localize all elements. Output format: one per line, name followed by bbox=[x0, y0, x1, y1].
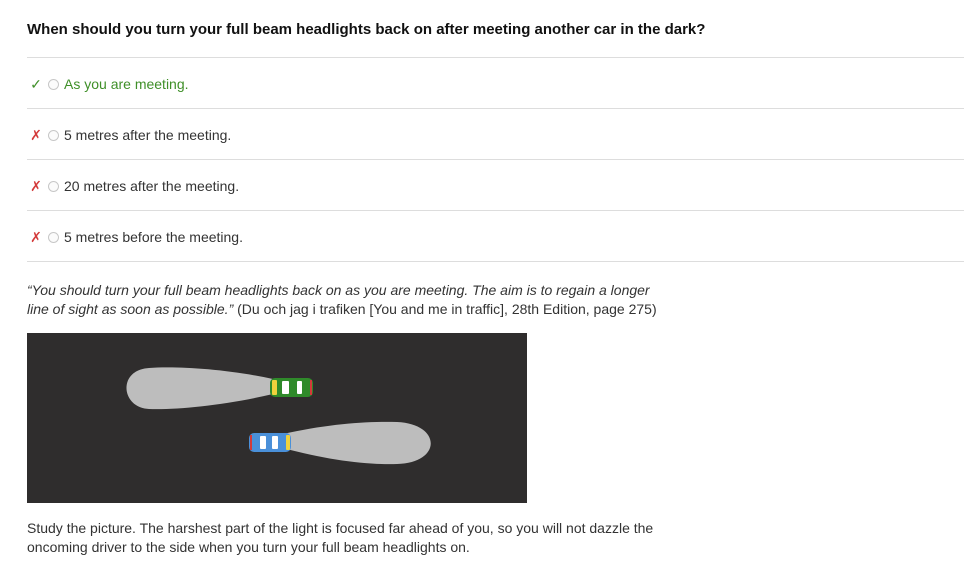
radio-button[interactable] bbox=[48, 180, 59, 192]
headlight-diagram bbox=[27, 333, 527, 503]
headlight-illustration bbox=[27, 333, 527, 503]
green-car-icon bbox=[270, 378, 313, 397]
radio-button[interactable] bbox=[48, 78, 59, 90]
cross-icon: ✗ bbox=[30, 126, 42, 143]
explanation-quote: “You should turn your full beam headligh… bbox=[27, 281, 667, 319]
answer-label: As you are meeting. bbox=[64, 76, 189, 92]
road-background bbox=[27, 333, 527, 503]
blue-car-icon bbox=[249, 433, 291, 452]
answer-label: 5 metres after the meeting. bbox=[64, 127, 232, 143]
radio-button[interactable] bbox=[48, 129, 59, 141]
quote-source: (Du och jag i trafiken [You and me in tr… bbox=[233, 301, 657, 317]
cross-icon: ✗ bbox=[30, 228, 42, 245]
question-title: When should you turn your full beam head… bbox=[27, 21, 706, 38]
answer-option[interactable]: ✓ As you are meeting. bbox=[27, 57, 964, 108]
explanation-text: Study the picture. The harshest part of … bbox=[27, 520, 654, 555]
answer-option[interactable]: ✗ 20 metres after the meeting. bbox=[27, 159, 964, 210]
answer-label: 20 metres after the meeting. bbox=[64, 178, 240, 194]
answer-label: 5 metres before the meeting. bbox=[64, 229, 243, 245]
cross-icon: ✗ bbox=[30, 177, 42, 194]
radio-button[interactable] bbox=[48, 231, 59, 243]
answer-options: ✓ As you are meeting. ✗ 5 metres after t… bbox=[27, 57, 964, 262]
answer-option[interactable]: ✗ 5 metres before the meeting. bbox=[27, 210, 964, 262]
answer-option[interactable]: ✗ 5 metres after the meeting. bbox=[27, 108, 964, 159]
checkmark-icon: ✓ bbox=[30, 75, 42, 92]
